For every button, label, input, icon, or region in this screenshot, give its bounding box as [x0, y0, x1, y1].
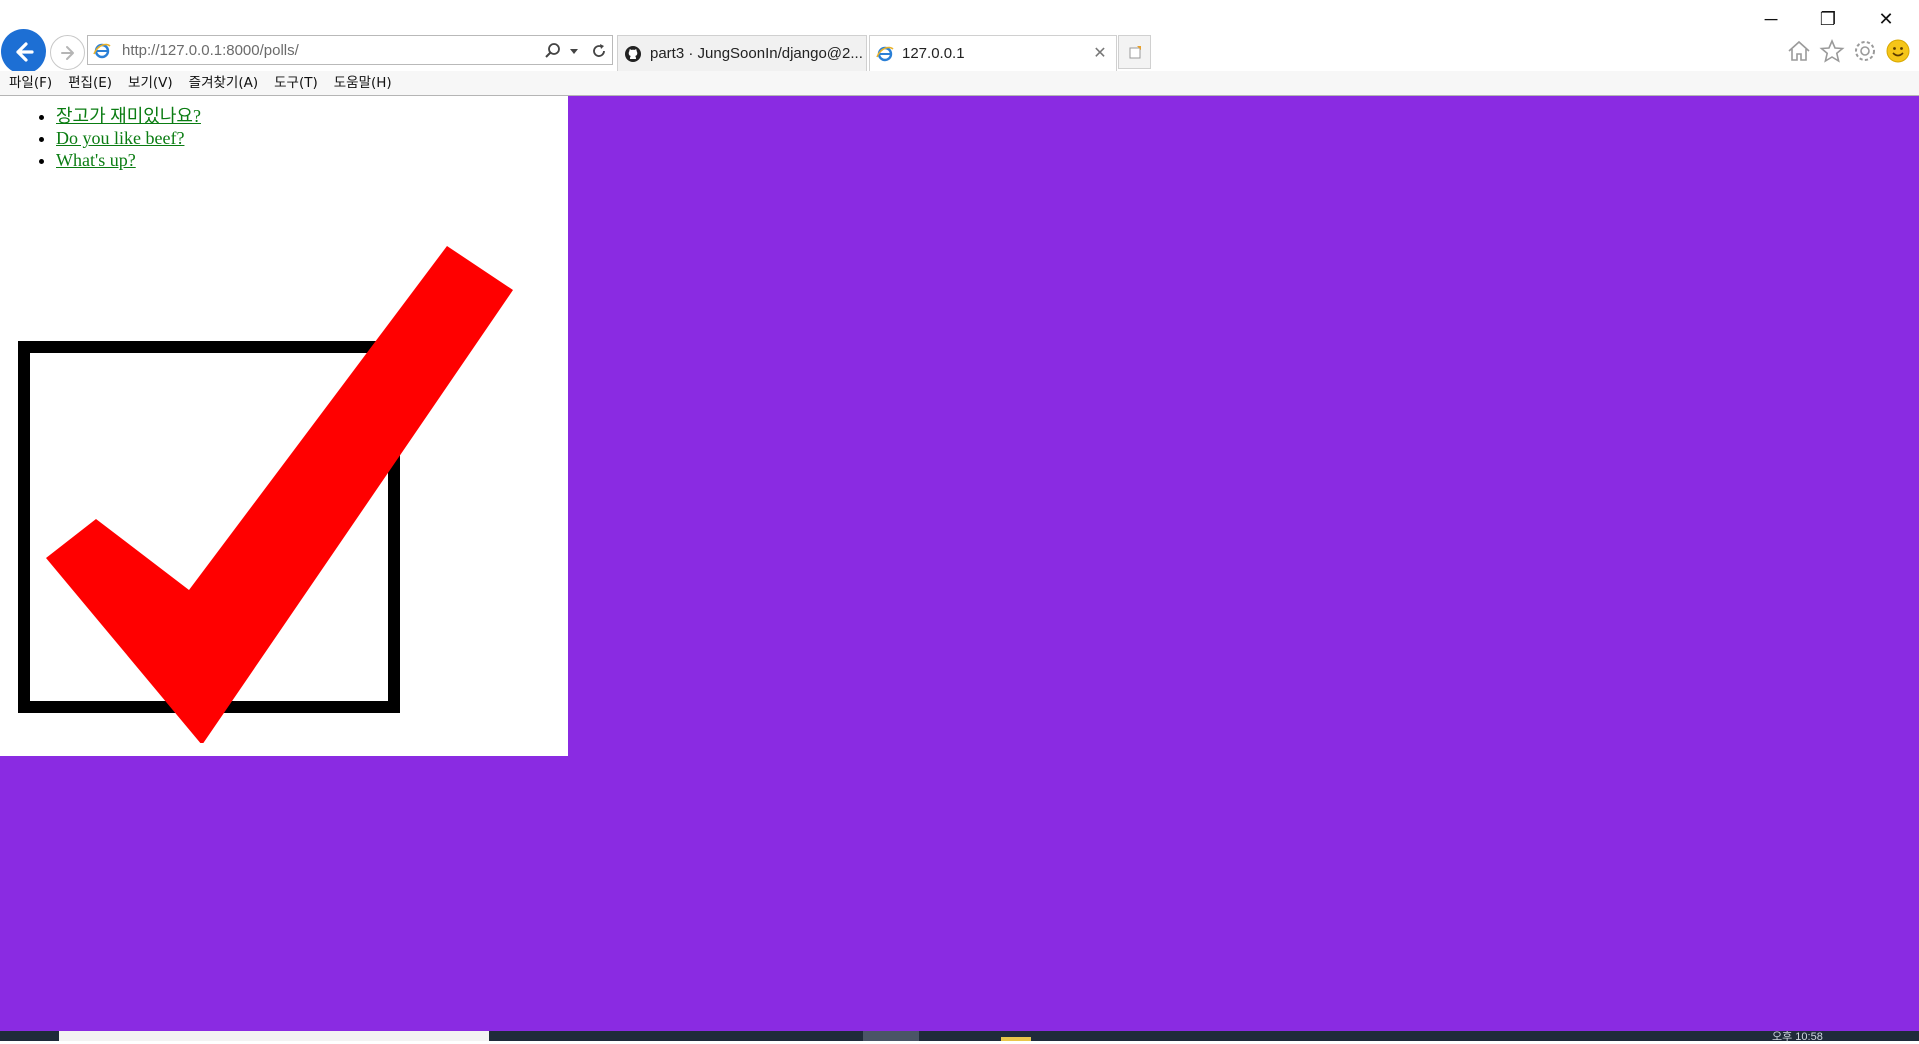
chevron-down-icon[interactable]	[563, 40, 585, 62]
tab-github[interactable]: part3 · JungSoonIn/django@2...	[617, 35, 867, 71]
taskbar-active-app[interactable]	[863, 1031, 919, 1041]
minimize-button[interactable]: ─	[1743, 4, 1799, 34]
close-tab-icon[interactable]: ✕	[1090, 43, 1110, 63]
gear-icon[interactable]	[1850, 36, 1880, 66]
checkmark-shape	[46, 246, 513, 743]
content-panel: 장고가 재미있나요? Do you like beef? What's up?	[0, 96, 568, 756]
tab-label: part3 · JungSoonIn/django@2...	[650, 45, 863, 62]
ie-icon	[876, 45, 894, 63]
taskbar-clock: 오후 10:58	[1772, 1031, 1823, 1043]
checkmark-image	[18, 246, 513, 743]
list-item: Do you like beef?	[56, 127, 201, 149]
ie-icon	[93, 42, 111, 65]
tab-label: 127.0.0.1	[902, 45, 965, 62]
browser-titlebar: ─ ❐ ✕ part	[0, 0, 1919, 74]
url-input[interactable]	[122, 39, 502, 61]
menu-view[interactable]: 보기(V)	[120, 71, 181, 95]
question-link[interactable]: Do you like beef?	[56, 128, 184, 148]
menu-bar: 파일(F) 편집(E) 보기(V) 즐겨찾기(A) 도구(T) 도움말(H)	[0, 71, 1919, 96]
list-item: 장고가 재미있나요?	[56, 105, 201, 127]
home-icon[interactable]	[1784, 36, 1814, 66]
question-link[interactable]: 장고가 재미있나요?	[56, 106, 201, 126]
menu-edit[interactable]: 편집(E)	[60, 71, 120, 95]
address-bar[interactable]	[87, 35, 613, 65]
github-icon	[624, 45, 642, 63]
menu-favorites[interactable]: 즐겨찾기(A)	[181, 71, 266, 95]
close-window-button[interactable]: ✕	[1858, 4, 1914, 34]
new-tab-icon	[1129, 46, 1141, 59]
new-tab-button[interactable]	[1118, 35, 1151, 69]
restore-button[interactable]: ❐	[1800, 4, 1856, 34]
menu-tools[interactable]: 도구(T)	[266, 71, 326, 95]
refresh-icon[interactable]	[588, 40, 610, 62]
menu-help[interactable]: 도움말(H)	[326, 71, 400, 95]
forward-button[interactable]	[50, 35, 85, 70]
back-button[interactable]	[1, 29, 46, 74]
question-list: 장고가 재미있나요? Do you like beef? What's up?	[0, 105, 201, 171]
star-icon[interactable]	[1817, 36, 1847, 66]
taskbar: 오후 10:58	[0, 1031, 1919, 1043]
tab-polls[interactable]: 127.0.0.1 ✕	[869, 35, 1117, 71]
arrow-left-icon	[15, 41, 34, 62]
search-icon[interactable]	[542, 40, 564, 62]
smiley-icon[interactable]	[1883, 36, 1913, 66]
taskbar-search-box[interactable]	[59, 1031, 489, 1041]
page-viewport: 장고가 재미있나요? Do you like beef? What's up?	[0, 96, 1919, 1031]
menu-file[interactable]: 파일(F)	[0, 71, 60, 95]
arrow-right-icon	[60, 45, 74, 60]
folder-icon[interactable]	[1001, 1037, 1031, 1041]
